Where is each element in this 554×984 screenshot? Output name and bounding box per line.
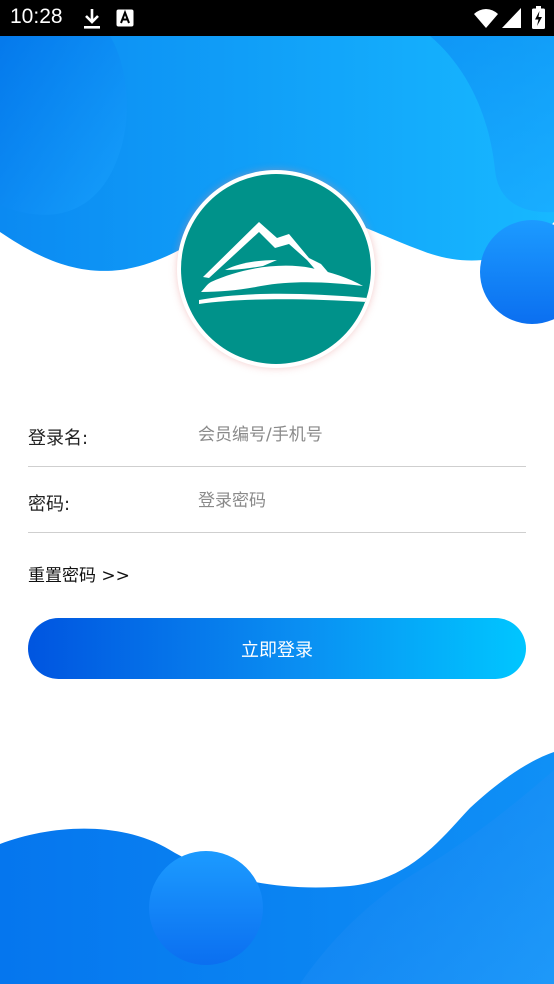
font-a-icon: [116, 9, 134, 31]
status-time: 10:28: [10, 5, 63, 28]
password-row: 密码:: [28, 470, 526, 533]
app-logo: [177, 170, 375, 368]
battery-charging-icon: [532, 6, 545, 33]
download-icon: [82, 8, 102, 34]
reset-password-link[interactable]: 重置密码 >>: [28, 561, 130, 586]
password-label: 密码:: [28, 494, 71, 515]
status-bar: 10:28: [0, 0, 554, 36]
username-label: 登录名:: [28, 428, 89, 449]
signal-icon: [502, 8, 521, 32]
logo-badge: [181, 174, 371, 364]
mountain-logo-icon: [199, 222, 367, 304]
username-input[interactable]: [196, 416, 520, 454]
password-input[interactable]: [196, 482, 520, 520]
username-row: 登录名:: [28, 404, 526, 467]
login-button[interactable]: 立即登录: [28, 618, 526, 679]
wifi-icon: [474, 8, 498, 32]
